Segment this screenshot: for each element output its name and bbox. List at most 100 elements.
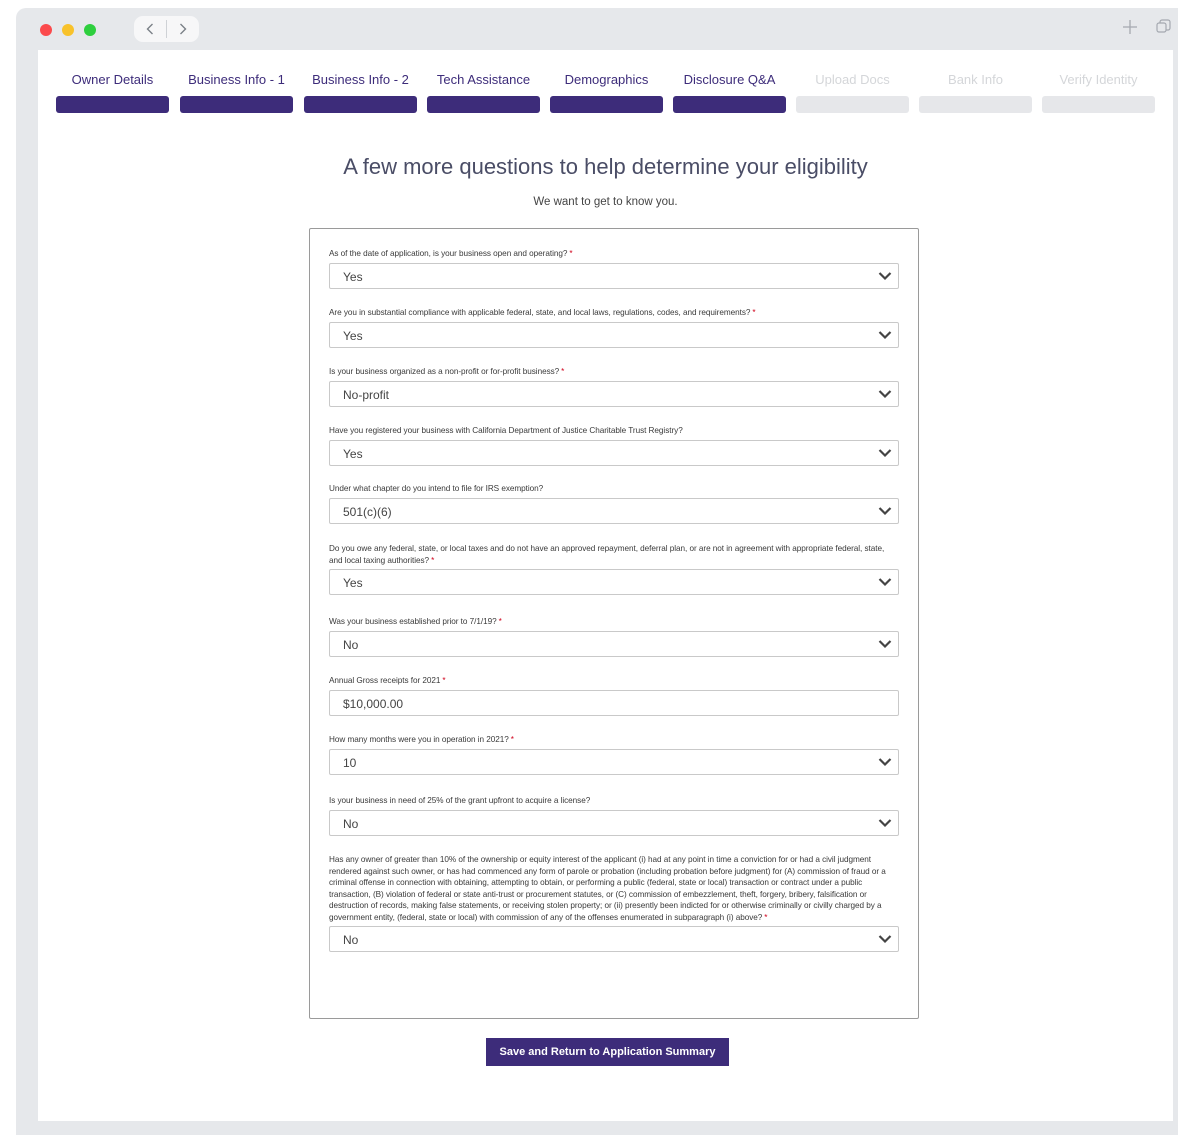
chevron-down-icon	[878, 578, 892, 587]
question-text: Is your business in need of 25% of the g…	[329, 796, 591, 805]
question-item: Are you in substantial compliance with a…	[329, 307, 899, 348]
step-label: Demographics	[564, 72, 649, 87]
chevron-down-icon	[878, 818, 892, 827]
chevron-down-icon	[878, 506, 892, 515]
progress-steps: Owner Details Business Info - 1 Business I…	[56, 72, 1156, 113]
answer-select[interactable]: No-profit	[329, 380, 899, 407]
chevron-down-icon	[878, 757, 892, 766]
step-progress-bar	[673, 96, 786, 113]
question-label: Are you in substantial compliance with a…	[329, 307, 899, 319]
answer-input[interactable]: $10,000.00	[329, 689, 899, 716]
required-marker: *	[764, 912, 768, 922]
step-progress-bar	[56, 96, 169, 113]
step-label: Tech Assistance	[436, 72, 531, 87]
question-text: How many months were you in operation in…	[329, 735, 509, 744]
required-marker: *	[498, 617, 502, 626]
answer-value: Yes	[343, 328, 363, 343]
browser-window: Owner Details Business Info - 1 Business I…	[16, 8, 1178, 1135]
step-progress-bar	[796, 96, 909, 113]
minimize-window-button[interactable]	[62, 24, 74, 36]
answer-value: Yes	[343, 446, 363, 461]
question-label: Has any owner of greater than 10% of the…	[329, 854, 899, 923]
step-label: Disclosure Q&A	[683, 72, 776, 87]
answer-select[interactable]: Yes	[329, 569, 899, 595]
answer-select[interactable]: 501(c)(6)	[329, 497, 899, 524]
step-label: Verify Identity	[1059, 72, 1138, 87]
tab-overview-button[interactable]	[1156, 19, 1171, 39]
answer-value: No	[343, 637, 359, 652]
answer-value: 501(c)(6)	[343, 504, 392, 519]
required-marker: *	[431, 555, 435, 565]
step-tab[interactable]: Business Info - 2	[304, 72, 417, 113]
required-marker: *	[569, 249, 573, 258]
answer-select[interactable]: No	[329, 926, 899, 952]
close-window-button[interactable]	[40, 24, 52, 36]
step-tab[interactable]: Owner Details	[56, 72, 169, 113]
question-label: Under what chapter do you intend to file…	[329, 483, 899, 495]
page-content: Owner Details Business Info - 1 Business I…	[38, 50, 1173, 1121]
answer-select[interactable]: Yes	[329, 262, 899, 289]
chevron-left-icon	[146, 23, 153, 35]
question-label: Have you registered your business with C…	[329, 425, 899, 437]
question-item: Is your business in need of 25% of the g…	[329, 795, 899, 836]
answer-value: $10,000.00	[343, 696, 404, 711]
question-item: Have you registered your business with C…	[329, 425, 899, 466]
question-label: Is your business in need of 25% of the g…	[329, 795, 899, 807]
step-progress-bar	[550, 96, 663, 113]
step-progress-bar	[180, 96, 293, 113]
step-label: Upload Docs	[815, 72, 890, 87]
question-label: How many months were you in operation in…	[329, 734, 899, 746]
step-label: Business Info - 1	[188, 72, 285, 87]
forward-button[interactable]	[167, 16, 199, 42]
step-progress-bar	[427, 96, 540, 113]
answer-select[interactable]: 10	[329, 748, 899, 775]
question-item: Was your business established prior to 7…	[329, 616, 899, 657]
answer-value: Yes	[343, 269, 363, 284]
title-bar	[16, 8, 1178, 50]
step-tab[interactable]: Tech Assistance	[427, 72, 540, 113]
page-subtitle: We want to get to know you.	[533, 196, 678, 208]
step-tab: Bank Info	[919, 72, 1032, 113]
question-text: Is your business organized as a non-prof…	[329, 367, 560, 376]
question-label: Do you owe any federal, state, or local …	[329, 543, 899, 566]
chevron-down-icon	[878, 639, 892, 648]
question-label: As of the date of application, is your b…	[329, 248, 899, 260]
step-tab[interactable]: Business Info - 1	[180, 72, 293, 113]
step-progress-bar	[1042, 96, 1155, 113]
answer-select[interactable]: No	[329, 809, 899, 836]
answer-select[interactable]: Yes	[329, 439, 899, 466]
chevron-down-icon	[878, 271, 892, 280]
chevron-down-icon	[878, 448, 892, 457]
question-item: Do you owe any federal, state, or local …	[329, 543, 899, 595]
step-tab: Verify Identity	[1042, 72, 1155, 113]
step-tab[interactable]: Disclosure Q&A	[673, 72, 786, 113]
step-tab: Upload Docs	[796, 72, 909, 113]
answer-value: 10	[343, 755, 357, 770]
question-item: Annual Gross receipts for 2021 * $10,000.0…	[329, 675, 899, 716]
answer-value: Yes	[343, 576, 363, 590]
page-title: A few more questions to help determine y…	[343, 154, 868, 179]
new-tab-button[interactable]	[1122, 19, 1138, 40]
maximize-window-button[interactable]	[84, 24, 96, 36]
step-label: Owner Details	[71, 72, 154, 87]
answer-value: No	[343, 816, 359, 831]
plus-icon	[1123, 20, 1137, 34]
required-marker: *	[561, 367, 565, 376]
question-text: Do you owe any federal, state, or local …	[329, 544, 885, 565]
question-text: Under what chapter do you intend to file…	[329, 484, 544, 493]
required-marker: *	[442, 676, 446, 685]
answer-select[interactable]: No	[329, 630, 899, 657]
answer-select[interactable]: Yes	[329, 321, 899, 348]
step-progress-bar	[919, 96, 1032, 113]
question-label: Is your business organized as a non-prof…	[329, 366, 899, 378]
copy-windows-icon	[1156, 19, 1171, 33]
question-text: Have you registered your business with C…	[329, 426, 683, 435]
answer-value: No	[343, 933, 359, 947]
history-nav	[134, 16, 199, 42]
save-and-return-button[interactable]: Save and Return to Application Summary	[486, 1038, 729, 1066]
required-marker: *	[510, 735, 514, 744]
back-button[interactable]	[134, 16, 166, 42]
step-tab[interactable]: Demographics	[550, 72, 663, 113]
question-item: Is your business organized as a non-prof…	[329, 366, 899, 407]
question-text: Has any owner of greater than 10% of the…	[329, 855, 886, 922]
